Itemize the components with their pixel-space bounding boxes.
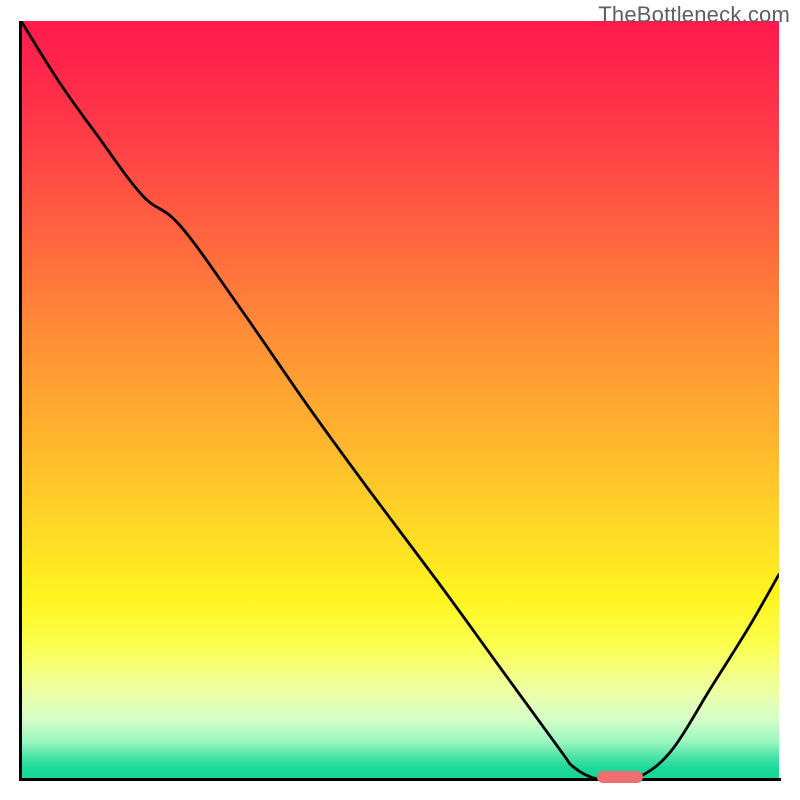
watermark-text: TheBottleneck.com xyxy=(598,2,790,28)
chart-frame: TheBottleneck.com xyxy=(0,0,800,800)
bottleneck-curve xyxy=(21,21,779,779)
optimum-marker xyxy=(597,771,642,783)
